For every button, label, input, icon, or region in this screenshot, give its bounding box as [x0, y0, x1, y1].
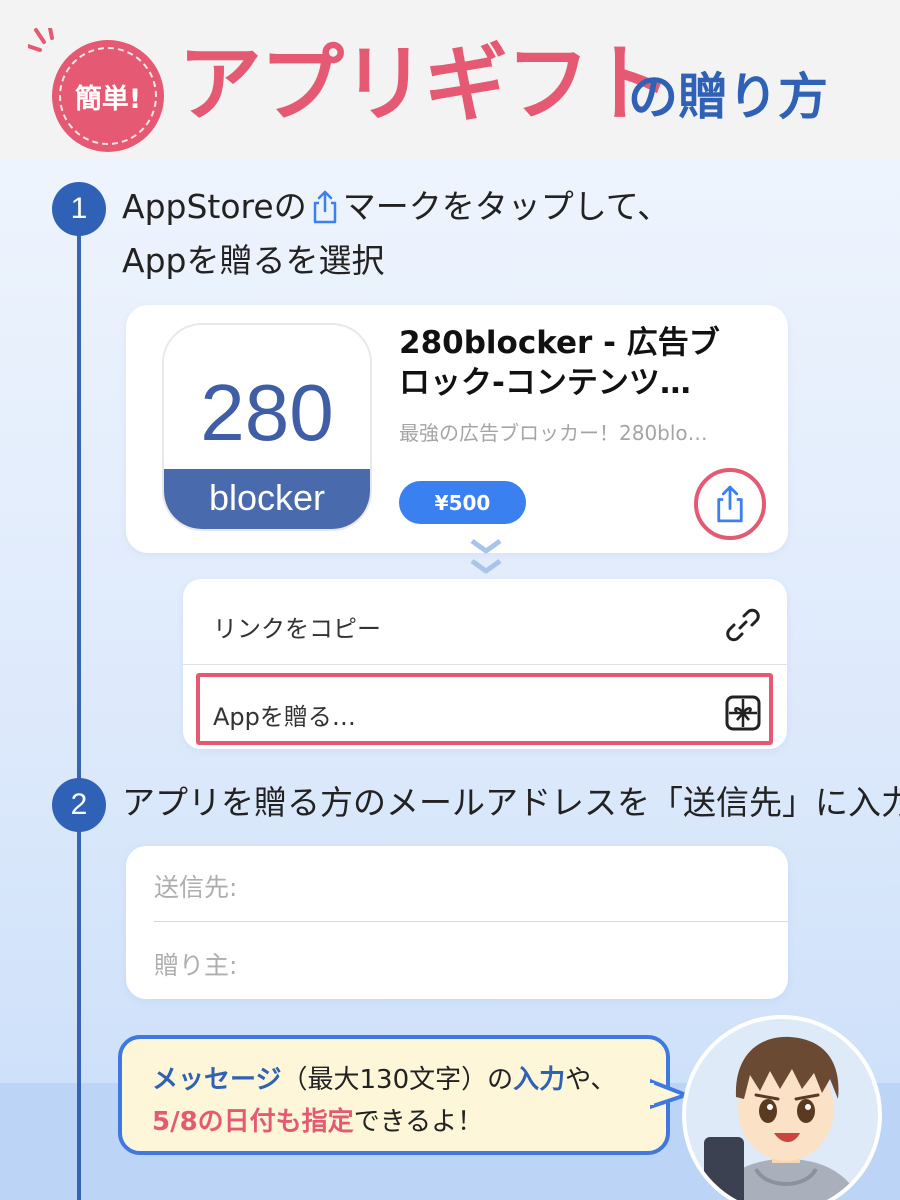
app-title[interactable]: 280blocker - 広告ブ ロック-コンテンツ… [399, 323, 769, 403]
share-icon [717, 485, 743, 523]
step-1-text-a: AppStoreの [122, 187, 307, 226]
app-icon[interactable]: 280 blocker [162, 323, 372, 531]
header: 簡単! アプリギフト の贈り方 [0, 0, 900, 160]
share-button[interactable] [694, 468, 766, 540]
step-1-instruction: AppStoreの マークをタップして、 [122, 182, 670, 232]
app-title-line2: ロック-コンテンツ… [399, 365, 691, 401]
speech-bubble: メッセージ（最大130文字）の入力や、 5/8の日付も指定できるよ！ [118, 1035, 670, 1155]
bubble-text: や、 [565, 1065, 617, 1095]
step-2-number: 2 [52, 778, 106, 832]
app-card: 280 blocker 280blocker - 広告ブ ロック-コンテンツ… … [126, 305, 788, 553]
page-title-suffix: の贈り方 [628, 68, 828, 126]
page-title: アプリギフト [178, 35, 672, 133]
bubble-line-1: メッセージ（最大130文字）の入力や、 [152, 1059, 616, 1096]
app-title-line1: 280blocker - 広告ブ [399, 325, 720, 361]
form-divider [154, 921, 788, 922]
bubble-message-highlight: メッセージ [152, 1065, 282, 1095]
app-icon-label: blocker [164, 469, 370, 529]
app-subtitle: 最強の広告ブロッカー！280blo… [399, 421, 708, 445]
bubble-text: できるよ！ [353, 1107, 484, 1137]
easy-badge: 簡単! [52, 40, 164, 152]
step-1-text-b: マークをタップして、 [342, 187, 671, 226]
bubble-text: （最大130文字）の [281, 1065, 514, 1095]
step-2-instruction: アプリを贈る方のメールアドレスを「送信先」に入力 [122, 783, 900, 822]
recipient-field[interactable]: 送信先: [154, 868, 237, 904]
character-illustration [704, 1036, 860, 1200]
bubble-input-highlight: 入力 [513, 1065, 566, 1095]
step-1-number: 1 [52, 182, 106, 236]
link-icon [726, 608, 760, 642]
bubble-line-2: 5/8の日付も指定できるよ！ [152, 1101, 483, 1138]
timeline-line [77, 210, 81, 1200]
menu-item-copy-link-label: リンクをコピー [213, 615, 381, 643]
bubble-date-highlight: 5/8の日付も指定 [152, 1107, 354, 1137]
share-icon [313, 190, 336, 224]
price-button[interactable]: ¥500 [399, 481, 526, 524]
gift-highlight-frame [196, 673, 773, 745]
gift-form: 送信先: 贈り主: [126, 846, 788, 999]
easy-badge-label: 簡単! [74, 83, 142, 115]
step-1-text-line2: Appを贈るを選択 [122, 241, 385, 280]
avatar [682, 1015, 882, 1200]
sender-field[interactable]: 贈り主: [154, 946, 237, 982]
app-icon-number: 280 [200, 368, 334, 457]
menu-divider [183, 664, 787, 665]
menu-item-copy-link[interactable]: リンクをコピー [183, 583, 787, 663]
